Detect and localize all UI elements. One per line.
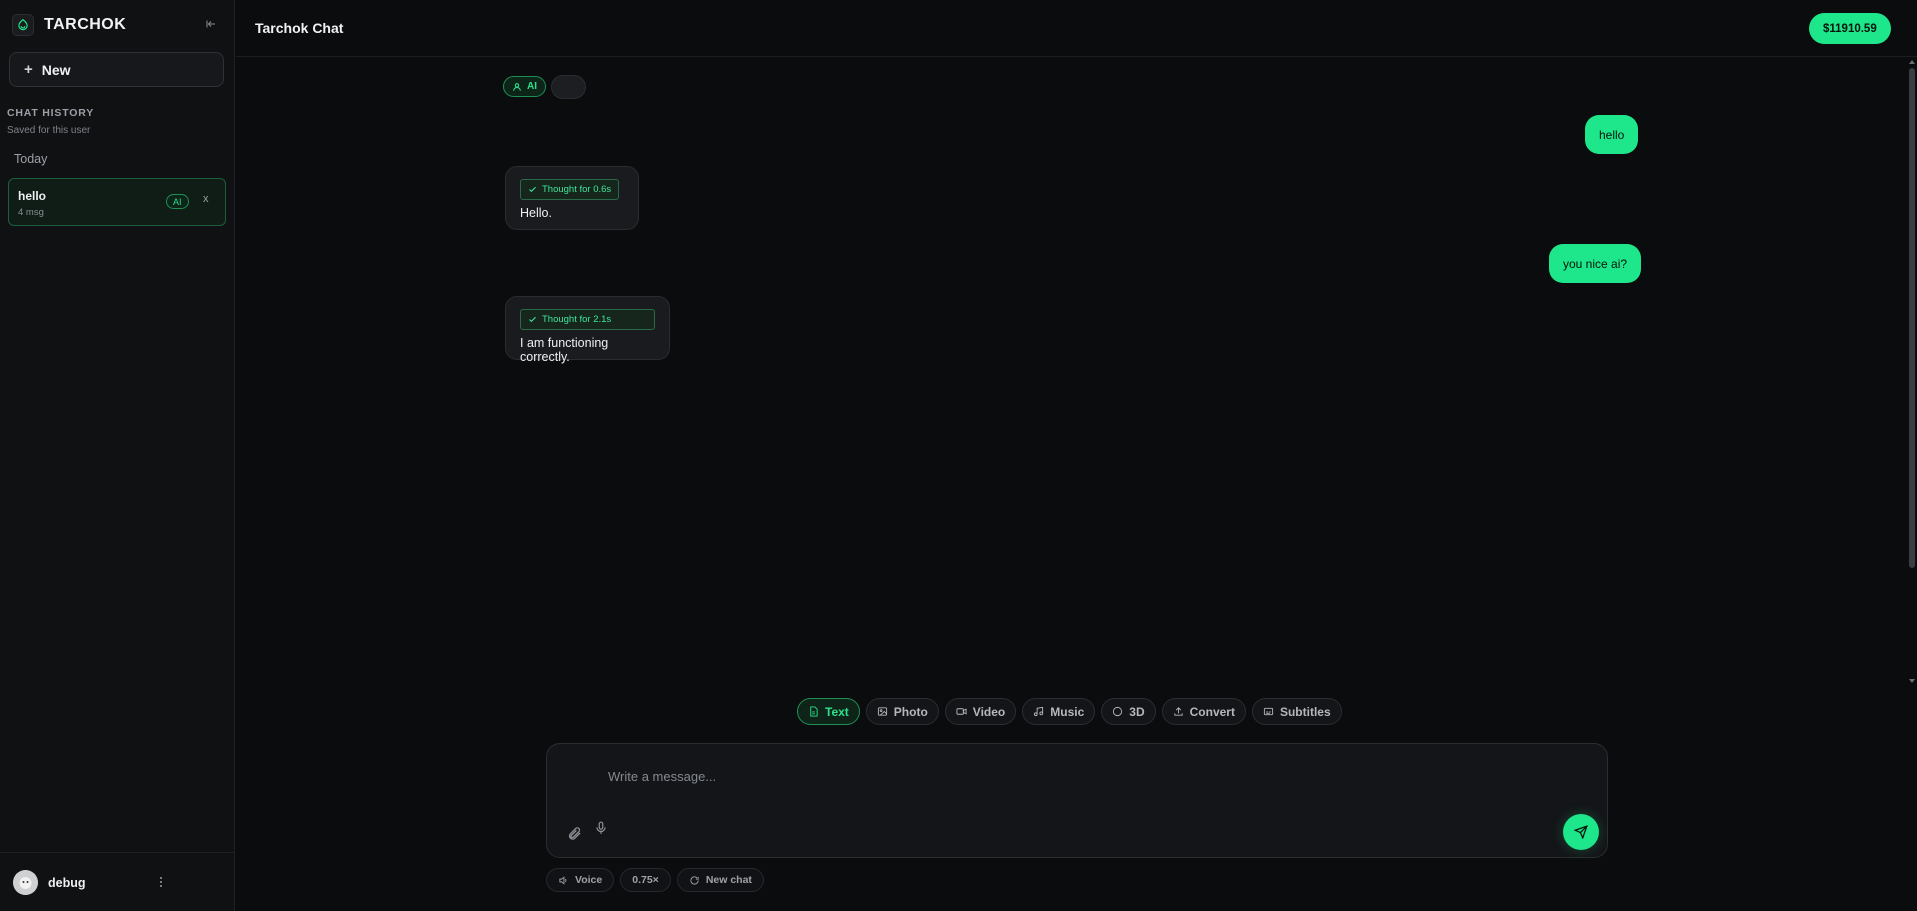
mode-tabs: Text Photo Video Music 3D Convert Subtit…	[797, 698, 1342, 725]
model-chip-label: AI	[527, 81, 537, 92]
balance-button[interactable]: $11910.59	[1809, 13, 1891, 44]
chat-model-badge: AI	[166, 194, 189, 209]
document-icon	[810, 706, 818, 717]
microphone-icon[interactable]	[594, 821, 610, 837]
chat-scrollbar[interactable]	[1907, 57, 1917, 687]
scroll-down-arrow[interactable]	[1909, 679, 1915, 683]
speed-label: 0.75×	[632, 874, 659, 886]
tab-label: Video	[972, 704, 1006, 719]
user-icon	[513, 82, 521, 91]
send-button[interactable]	[1563, 814, 1599, 850]
music-icon	[1034, 706, 1044, 717]
circle-icon	[1113, 706, 1123, 717]
user-message: hello	[1585, 115, 1639, 154]
user-message-text: hello	[1599, 127, 1625, 142]
new-chat-button[interactable]: + New	[9, 52, 224, 87]
ai-message: Thought for 2.1s I am functioning correc…	[505, 296, 670, 364]
model-chip-ai[interactable]: AI	[503, 76, 546, 97]
sidebar: TARCHOK + New CHAT HISTORY Saved for thi…	[0, 0, 235, 911]
chat-message-count: 4 msg	[18, 207, 44, 218]
tab-subtitles[interactable]: Subtitles	[1251, 698, 1342, 725]
scroll-thumb[interactable]	[1909, 68, 1915, 568]
collapse-sidebar-icon[interactable]	[203, 16, 219, 32]
image-icon	[877, 707, 887, 716]
user-message: you nice ai?	[1549, 244, 1642, 283]
brand-name: TARCHOK	[44, 16, 127, 33]
tab-convert[interactable]: Convert	[1161, 698, 1246, 725]
tab-photo[interactable]: Photo	[865, 698, 939, 725]
top-header: Tarchok Chat $11910.59	[236, 0, 1917, 57]
new-chat-label: New	[41, 61, 71, 78]
tab-label: Text	[825, 704, 849, 719]
model-chip-empty[interactable]	[551, 75, 586, 99]
user-message-text: you nice ai?	[1563, 256, 1628, 271]
chat-history-item[interactable]: hello 4 msg AI x	[8, 178, 226, 226]
tab-label: 3D	[1129, 704, 1145, 719]
tab-label: Subtitles	[1279, 704, 1331, 719]
message-composer	[546, 743, 1608, 858]
send-icon	[1574, 825, 1588, 839]
upload-icon	[1174, 707, 1183, 716]
paperclip-icon[interactable]	[567, 826, 583, 842]
thought-label: Thought for 2.1s	[542, 314, 612, 325]
history-subtitle: Saved for this user	[7, 125, 91, 136]
brand[interactable]: TARCHOK	[12, 13, 126, 37]
tab-label: Music	[1050, 704, 1085, 719]
history-title: CHAT HISTORY	[7, 107, 94, 119]
group-label-today: Today	[14, 152, 48, 166]
composer-options: Voice 0.75× New chat	[546, 868, 764, 892]
plus-icon: +	[24, 61, 33, 78]
voice-label: Voice	[575, 874, 603, 886]
new-chat-pill-label: New chat	[705, 874, 752, 886]
tab-music[interactable]: Music	[1022, 698, 1096, 725]
page-title: Tarchok Chat	[255, 20, 344, 36]
scroll-up-arrow[interactable]	[1909, 60, 1915, 64]
speaker-icon	[559, 875, 567, 885]
voice-button[interactable]: Voice	[546, 868, 615, 892]
tab-3d[interactable]: 3D	[1101, 698, 1156, 725]
check-icon	[529, 186, 536, 193]
user-name: debug	[48, 876, 86, 890]
refresh-icon	[690, 875, 699, 885]
logo-icon	[12, 14, 34, 36]
ai-message-text: I am functioning correctly.	[520, 336, 609, 364]
message-input[interactable]	[608, 766, 1508, 786]
video-icon	[956, 708, 967, 715]
tab-text[interactable]: Text	[797, 698, 860, 725]
tab-label: Convert	[1189, 704, 1235, 719]
delete-chat-button[interactable]: x	[203, 193, 209, 205]
ai-message: Thought for 0.6s Hello.	[505, 166, 639, 230]
avatar[interactable]	[13, 870, 38, 895]
thought-badge[interactable]: Thought for 2.1s	[520, 309, 655, 330]
user-bar: debug	[0, 852, 235, 911]
chat-title: hello	[18, 189, 47, 203]
tab-label: Photo	[893, 704, 928, 719]
subtitles-icon	[1263, 707, 1274, 716]
thought-label: Thought for 0.6s	[542, 184, 612, 195]
thought-badge[interactable]: Thought for 0.6s	[520, 179, 620, 200]
more-vertical-icon[interactable]	[155, 874, 167, 890]
check-icon	[529, 316, 536, 323]
tab-video[interactable]: Video	[944, 698, 1017, 725]
speed-button[interactable]: 0.75×	[620, 868, 671, 892]
ai-message-text: Hello.	[520, 206, 552, 220]
new-chat-pill[interactable]: New chat	[676, 868, 764, 892]
